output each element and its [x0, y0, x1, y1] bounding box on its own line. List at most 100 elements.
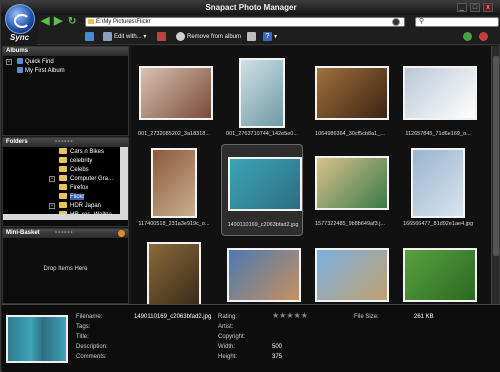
- album-label: My First Album: [25, 68, 65, 74]
- folder-icon: [59, 166, 67, 173]
- basket-menu-icon[interactable]: [118, 230, 125, 237]
- folder-icon: [88, 19, 94, 24]
- expand-icon[interactable]: +: [49, 176, 55, 182]
- thumbnail-selected[interactable]: 1490110169_c2063bfad2.jpg: [221, 144, 303, 236]
- thumbnail-caption: 1577322485_9b8b649af3.j...: [314, 221, 386, 227]
- thumbnail-image: [403, 248, 477, 302]
- window-title: Snapact Photo Manager: [205, 3, 297, 12]
- folder-label: celebrity: [70, 158, 93, 164]
- remove-album-icon: [176, 31, 185, 41]
- thumbnail[interactable]: 112657845_71d6e169_o...: [397, 54, 479, 146]
- forward-arrow-icon[interactable]: ▶: [54, 16, 66, 27]
- folder-icon: [59, 175, 67, 182]
- toolbar-image-button[interactable]: [85, 31, 96, 43]
- folder-item[interactable]: Firefox: [3, 184, 120, 193]
- thumbnail[interactable]: 001_2763710744_142e5e0...: [221, 54, 303, 146]
- width-value: 500: [272, 344, 283, 350]
- folder-label: Cars n Bikes: [70, 149, 105, 155]
- address-text: E:\My Pictures\Flickr: [96, 19, 151, 25]
- splitter-dots[interactable]: ••••••: [55, 229, 74, 238]
- help-button[interactable]: ? ▾: [263, 31, 277, 43]
- thumbnail[interactable]: 001_2732085202_3a18318...: [133, 54, 215, 146]
- print-icon: [247, 31, 256, 41]
- help-icon: ?: [263, 31, 272, 41]
- delete-icon: [157, 31, 166, 41]
- folder-item-selected[interactable]: Flickr: [3, 193, 120, 202]
- grid-scrollbar[interactable]: [491, 46, 499, 304]
- folder-icon: [59, 184, 67, 191]
- thumbnail-image: [227, 248, 301, 302]
- rating-stars[interactable]: ★★★★★: [272, 311, 308, 320]
- folders-header: Folders ••••••: [3, 138, 128, 147]
- maximize-button[interactable]: □: [470, 3, 480, 12]
- thumbnail[interactable]: 1064986364_30cf5cb8a1_...: [309, 54, 391, 146]
- horizontal-scrollbar[interactable]: [3, 214, 120, 220]
- expand-icon[interactable]: +: [6, 59, 12, 65]
- folder-item[interactable]: Celebs: [3, 166, 120, 175]
- thumbnail-image: [228, 157, 302, 211]
- title-bar: Snapact Photo Manager _ □ x: [1, 1, 500, 15]
- copyright-label: Copyright:: [218, 334, 246, 340]
- zoom-in-icon: [463, 31, 472, 41]
- scrollbar-thumb[interactable]: [493, 56, 499, 256]
- width-label: Width:: [218, 344, 236, 350]
- thumbnail-image: [239, 58, 285, 128]
- thumbnail-caption: 117400518_231a3e919c_o...: [138, 221, 210, 227]
- print-button[interactable]: [247, 31, 258, 43]
- refresh-icon[interactable]: ↻: [68, 16, 80, 27]
- artist-label: Artist:: [218, 324, 234, 330]
- album-item-my-first-album[interactable]: My First Album: [3, 67, 128, 76]
- thumbnail-image: [147, 242, 201, 308]
- folder-icon: [59, 193, 67, 200]
- folder-item[interactable]: Cars n Bikes: [3, 148, 120, 157]
- back-arrow-icon[interactable]: ◀: [41, 16, 53, 27]
- folder-item[interactable]: + Computer Gra...: [3, 175, 120, 184]
- album-icon: [17, 58, 23, 65]
- minimize-button[interactable]: _: [457, 3, 467, 12]
- thumbnail-caption: 112657845_71d6e169_o...: [405, 131, 471, 137]
- image-icon: [85, 31, 94, 41]
- sync-logo-icon[interactable]: [5, 4, 35, 34]
- album-item-quick-find[interactable]: + Quick Find: [3, 58, 128, 67]
- app-window: Snapact Photo Manager _ □ x Sync ◀ ▶ ↻ E…: [0, 0, 500, 372]
- edit-with-button[interactable]: Edit with... ▾: [103, 31, 146, 43]
- toolbar: Edit with... ▾ Remove from album ? ▾: [37, 29, 500, 45]
- details-panel: Filename: 1490110169_c2063bfad2.jpg Tags…: [2, 304, 500, 372]
- splitter-dots[interactable]: ••••••: [55, 138, 74, 147]
- address-field[interactable]: E:\My Pictures\Flickr: [85, 17, 405, 27]
- folder-item[interactable]: + HDR Japan: [3, 202, 120, 211]
- remove-from-album-button[interactable]: Remove from album: [176, 31, 241, 43]
- folder-label: HDR Japan: [70, 203, 102, 209]
- folder-label: Flickr: [70, 194, 85, 200]
- search-input[interactable]: ⚲: [415, 17, 499, 27]
- preview-thumbnail[interactable]: [6, 315, 68, 363]
- go-button[interactable]: [392, 18, 400, 26]
- folder-icon: [59, 202, 67, 209]
- folder-label: Firefox: [70, 185, 89, 191]
- rating-label: Rating:: [218, 314, 238, 320]
- thumbnail-caption: 001_2763710744_142e5e0...: [226, 131, 298, 137]
- expand-icon[interactable]: +: [49, 203, 55, 209]
- close-button[interactable]: x: [483, 3, 493, 12]
- filename-value: 1490110169_c2063bfad2.jpg: [134, 314, 212, 320]
- thumbnail-image: [139, 66, 213, 120]
- drop-zone-text[interactable]: Drop Items Here: [3, 266, 128, 272]
- mini-basket-title: Mini-Basket: [6, 230, 40, 236]
- thumbnail-caption: 001_2732085202_3a18318...: [138, 131, 210, 137]
- thumbnail[interactable]: 117400518_231a3e919c_o...: [133, 144, 215, 236]
- folder-item[interactable]: celebrity: [3, 157, 120, 166]
- vertical-scrollbar[interactable]: [120, 147, 128, 220]
- thumbnail[interactable]: 1577322485_9b8b649af3.j...: [309, 144, 391, 236]
- nav-bar: ◀ ▶ ↻ E:\My Pictures\Flickr ⚲: [37, 15, 500, 29]
- zoom-out-button[interactable]: [479, 31, 490, 43]
- thumbnail-caption: 1064986364_30cf5cb8a1_...: [315, 131, 385, 137]
- zoom-in-button[interactable]: [463, 31, 474, 43]
- folders-title: Folders: [6, 139, 28, 145]
- thumbnail-image: [411, 148, 465, 218]
- thumbnail-image: [315, 248, 389, 302]
- height-value: 375: [272, 354, 283, 360]
- folder-label: Celebs: [70, 167, 89, 173]
- remove-from-album-label: Remove from album: [187, 34, 242, 40]
- thumbnail[interactable]: 166566477_81d92e1ae4.jpg: [397, 144, 479, 236]
- delete-button[interactable]: [157, 31, 168, 43]
